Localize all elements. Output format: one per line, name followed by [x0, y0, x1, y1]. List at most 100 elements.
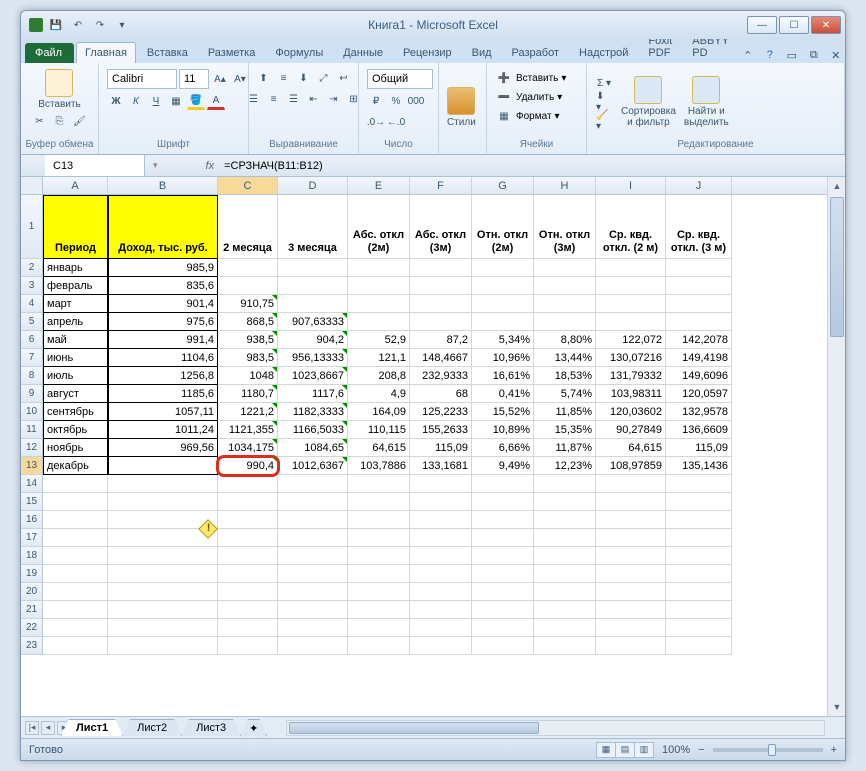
header-cell[interactable]: 3 месяца [278, 195, 348, 259]
font-size-combo[interactable]: 11 [179, 69, 209, 89]
cell-B12[interactable]: 969,56 [108, 439, 218, 457]
col-header-f[interactable]: F [410, 177, 472, 194]
font-name-combo[interactable]: Calibri [107, 69, 177, 89]
cell-J6[interactable]: 142,2078 [666, 331, 732, 349]
cell-G18[interactable] [472, 547, 534, 565]
cell-J14[interactable] [666, 475, 732, 493]
fill-icon[interactable]: ⬇ ▾ [595, 93, 613, 111]
cell-I13[interactable]: 108,97859 [596, 457, 666, 475]
cell-H18[interactable] [534, 547, 596, 565]
styles-button[interactable]: Стили [447, 87, 476, 128]
cell-I18[interactable] [596, 547, 666, 565]
sort-filter-button[interactable]: Сортировка и фильтр [621, 76, 676, 128]
cell-F13[interactable]: 133,1681 [410, 457, 472, 475]
col-header-a[interactable]: A [43, 177, 108, 194]
tab-insert[interactable]: Вставка [138, 42, 197, 63]
zoom-level[interactable]: 100% [662, 744, 690, 756]
cell-J19[interactable] [666, 565, 732, 583]
cell-C22[interactable] [218, 619, 278, 637]
undo-icon[interactable]: ↶ [69, 16, 87, 34]
align-bottom-icon[interactable]: ⬇ [295, 69, 313, 87]
cell-B2[interactable]: 985,9 [108, 259, 218, 277]
col-header-e[interactable]: E [348, 177, 410, 194]
row-header-1[interactable]: 1 [21, 195, 43, 259]
cell-G21[interactable] [472, 601, 534, 619]
cell-A21[interactable] [43, 601, 108, 619]
row-header-4[interactable]: 4 [21, 295, 43, 313]
select-all-corner[interactable] [21, 177, 43, 195]
row-header-5[interactable]: 5 [21, 313, 43, 331]
cell-A8[interactable]: июль [43, 367, 108, 385]
cell-C19[interactable] [218, 565, 278, 583]
maximize-button[interactable]: ☐ [779, 16, 809, 34]
horizontal-scrollbar[interactable] [286, 720, 825, 736]
cell-G19[interactable] [472, 565, 534, 583]
cell-A4[interactable]: март [43, 295, 108, 313]
cell-H16[interactable] [534, 511, 596, 529]
fx-icon[interactable]: fx [206, 160, 215, 172]
row-header-13[interactable]: 13 [21, 457, 43, 475]
cell-H6[interactable]: 8,80% [534, 331, 596, 349]
cell-C16[interactable] [218, 511, 278, 529]
cell-B21[interactable] [108, 601, 218, 619]
tab-view[interactable]: Вид [463, 42, 501, 63]
cell-J18[interactable] [666, 547, 732, 565]
cell-H12[interactable]: 11,87% [534, 439, 596, 457]
cell-J4[interactable] [666, 295, 732, 313]
cell-D9[interactable]: 1117,6 [278, 385, 348, 403]
zoom-knob[interactable] [768, 744, 776, 756]
cell-F4[interactable] [410, 295, 472, 313]
minimize-button[interactable]: — [747, 16, 777, 34]
cell-B5[interactable]: 975,6 [108, 313, 218, 331]
cell-B20[interactable] [108, 583, 218, 601]
cell-D11[interactable]: 1166,5033 [278, 421, 348, 439]
cell-E19[interactable] [348, 565, 410, 583]
col-header-j[interactable]: J [666, 177, 732, 194]
cell-J3[interactable] [666, 277, 732, 295]
cell-E15[interactable] [348, 493, 410, 511]
cell-J21[interactable] [666, 601, 732, 619]
tab-data[interactable]: Данные [334, 42, 392, 63]
cell-B4[interactable]: 901,4 [108, 295, 218, 313]
qat-dropdown-icon[interactable]: ▾ [113, 16, 131, 34]
cell-C14[interactable] [218, 475, 278, 493]
orientation-icon[interactable]: ⤢ [315, 69, 333, 87]
cell-E7[interactable]: 121,1 [348, 349, 410, 367]
cell-E16[interactable] [348, 511, 410, 529]
cell-H21[interactable] [534, 601, 596, 619]
cell-J12[interactable]: 115,09 [666, 439, 732, 457]
cell-G2[interactable] [472, 259, 534, 277]
name-box-dropdown-icon[interactable]: ▾ [145, 160, 166, 171]
row-header-10[interactable]: 10 [21, 403, 43, 421]
cell-D20[interactable] [278, 583, 348, 601]
file-tab[interactable]: Файл [25, 43, 74, 63]
cell-H22[interactable] [534, 619, 596, 637]
col-header-b[interactable]: B [108, 177, 218, 194]
cell-J8[interactable]: 149,6096 [666, 367, 732, 385]
cell-I9[interactable]: 103,98311 [596, 385, 666, 403]
cell-D6[interactable]: 904,2 [278, 331, 348, 349]
row-header-9[interactable]: 9 [21, 385, 43, 403]
cell-J7[interactable]: 149,4198 [666, 349, 732, 367]
row-header-20[interactable]: 20 [21, 583, 43, 601]
cell-F10[interactable]: 125,2233 [410, 403, 472, 421]
align-left-icon[interactable]: ☰ [245, 90, 263, 108]
cell-H13[interactable]: 12,23% [534, 457, 596, 475]
cell-G9[interactable]: 0,41% [472, 385, 534, 403]
close-button[interactable]: ✕ [811, 16, 841, 34]
redo-icon[interactable]: ↷ [91, 16, 109, 34]
col-header-d[interactable]: D [278, 177, 348, 194]
cell-C2[interactable] [218, 259, 278, 277]
cell-G20[interactable] [472, 583, 534, 601]
cell-D13[interactable]: 1012,6367 [278, 457, 348, 475]
cell-D23[interactable] [278, 637, 348, 655]
cell-G23[interactable] [472, 637, 534, 655]
cell-F9[interactable]: 68 [410, 385, 472, 403]
cell-I10[interactable]: 120,03602 [596, 403, 666, 421]
cell-G14[interactable] [472, 475, 534, 493]
cell-C10[interactable]: 1221,2 [218, 403, 278, 421]
cell-I19[interactable] [596, 565, 666, 583]
cell-B13[interactable] [108, 457, 218, 475]
cell-A12[interactable]: ноябрь [43, 439, 108, 457]
col-header-g[interactable]: G [472, 177, 534, 194]
